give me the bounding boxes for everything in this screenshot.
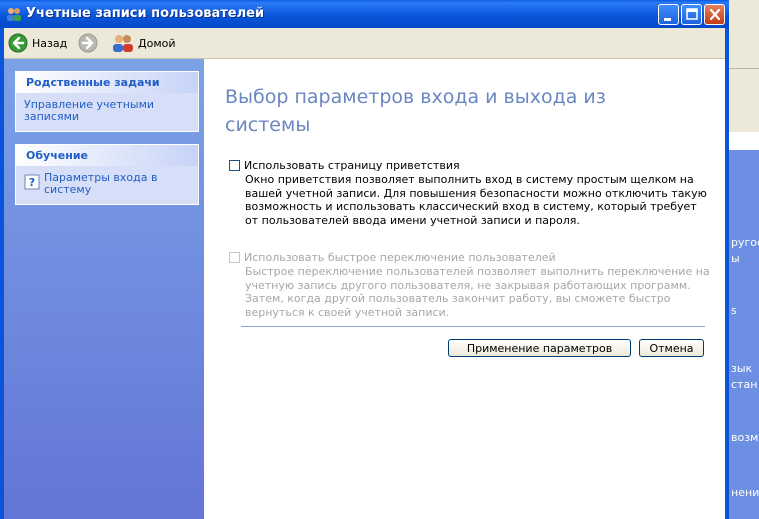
learning-panel: Обучение ? Параметры входа в систему [15, 144, 199, 205]
background-window-panel [729, 150, 759, 519]
cancel-button[interactable]: Отмена [639, 339, 704, 357]
page-title: Выбор параметров входа и выхода из систе… [225, 86, 606, 136]
minimize-icon [664, 18, 671, 21]
help-topic-icon: ? [24, 174, 40, 190]
fast-user-switching-description: Быстрое переключение пользователей позво… [245, 265, 710, 319]
svg-text:?: ? [29, 176, 35, 189]
back-label: Назад [32, 36, 68, 50]
learning-title: Обучение [16, 145, 198, 166]
forward-button[interactable] [78, 32, 98, 54]
fast-user-switching-checkbox [229, 252, 240, 263]
main-content: Выбор параметров входа и выхода из систе… [204, 59, 725, 519]
navigation-toolbar: Назад Домой [4, 28, 725, 59]
users-icon [6, 6, 22, 22]
user-accounts-window: Учетные записи пользователей Назад Домой… [0, 0, 729, 519]
background-window: ругое ы s зык стан возм нения [729, 0, 759, 519]
welcome-screen-label[interactable]: Использовать страницу приветствия [244, 159, 460, 172]
window-title: Учетные записи пользователей [26, 6, 265, 21]
background-text-fragment: стан [731, 378, 758, 391]
logon-options-link-label: Параметры входа в систему [44, 171, 158, 196]
background-window-toolbar [729, 0, 759, 132]
background-text-fragment: ы [731, 252, 740, 265]
welcome-screen-checkbox[interactable] [229, 160, 240, 171]
minimize-button[interactable] [658, 4, 679, 25]
home-label: Домой [138, 36, 176, 50]
divider [241, 326, 705, 327]
window-border [725, 28, 729, 519]
background-text-fragment: зык [731, 362, 753, 375]
background-text-fragment: s [731, 304, 737, 317]
related-tasks-panel: Родственные задачи Управление учетными з… [15, 71, 199, 132]
background-text-fragment: нения [731, 486, 759, 499]
related-tasks-title: Родственные задачи [16, 72, 198, 93]
maximize-button[interactable] [681, 4, 702, 25]
title-bar[interactable]: Учетные записи пользователей [0, 0, 729, 28]
back-button[interactable]: Назад [8, 32, 67, 54]
home-users-icon [113, 35, 133, 52]
maximize-icon [686, 8, 698, 20]
home-button[interactable]: Домой [112, 32, 176, 54]
fast-user-switching-label: Использовать быстрое переключение пользо… [244, 251, 556, 264]
forward-arrow-icon [78, 33, 98, 53]
close-icon [709, 8, 721, 21]
task-pane: Родственные задачи Управление учетными з… [4, 59, 204, 519]
close-button[interactable] [704, 4, 725, 25]
background-text-fragment: ругое [731, 236, 759, 249]
welcome-screen-description: Окно приветствия позволяет выполнить вхо… [245, 173, 707, 227]
manage-accounts-link[interactable]: Управление учетными записями [24, 99, 190, 123]
background-text-fragment: возм [731, 431, 759, 444]
back-arrow-icon [8, 33, 28, 53]
apply-options-button[interactable]: Применение параметров [448, 339, 631, 357]
logon-options-help-link[interactable]: ? Параметры входа в систему [24, 172, 190, 196]
